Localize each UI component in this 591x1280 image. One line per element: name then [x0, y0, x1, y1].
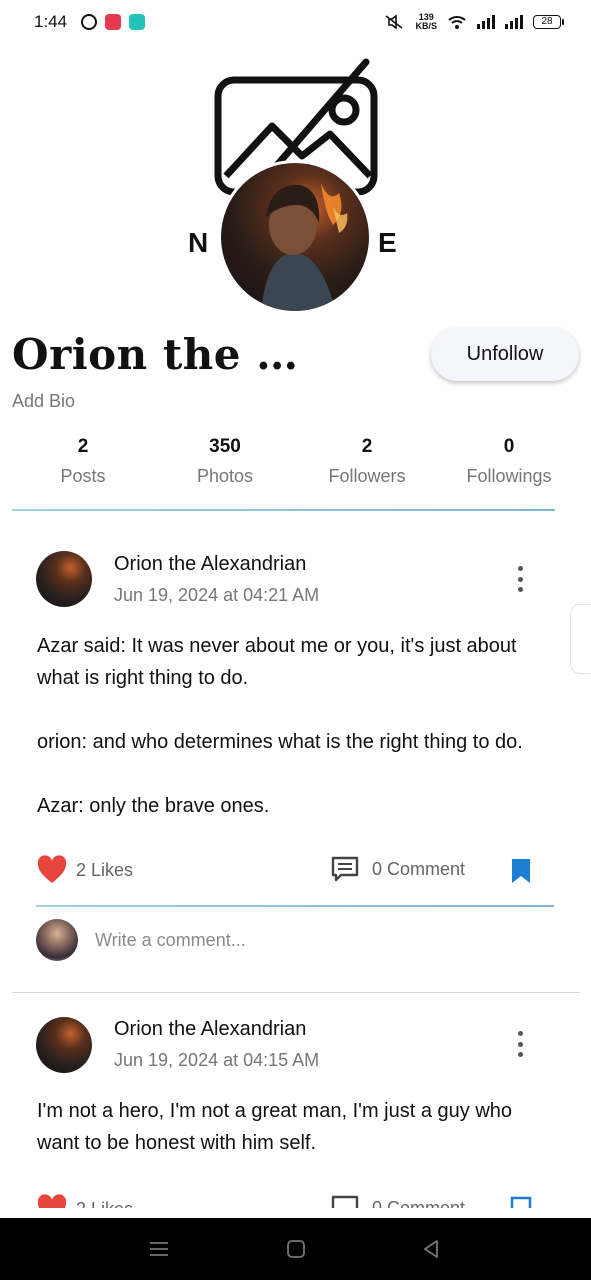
like-button[interactable]: 2 Likes — [36, 1194, 133, 1208]
post-paragraph: Azar: only the brave ones. — [37, 795, 270, 817]
comment-input[interactable] — [95, 925, 495, 955]
bookmark-icon[interactable] — [510, 1196, 532, 1208]
comment-button[interactable]: 0 Comment — [330, 1194, 465, 1208]
post-body: I'm not a hero, I'm not a great man, I'm… — [37, 1095, 557, 1159]
status-bar: 1:44 139 KB/S 28 — [0, 0, 591, 44]
signal-icon — [505, 15, 523, 29]
heart-icon — [37, 1194, 67, 1208]
post-paragraph: orion: and who determines what is the ri… — [37, 731, 523, 753]
mute-icon — [386, 14, 403, 30]
svg-text:E: E — [378, 227, 397, 258]
svg-text:N: N — [188, 227, 208, 258]
post-date: Jun 19, 2024 at 04:15 AM — [114, 1050, 320, 1070]
chat-icon — [129, 14, 146, 30]
post-author-name[interactable]: Orion the Alexandrian — [114, 1018, 306, 1041]
like-button[interactable]: 2 Likes — [36, 855, 133, 885]
stats-divider — [12, 509, 555, 511]
battery-icon: 28 — [533, 15, 564, 29]
whatsapp-icon — [81, 14, 98, 30]
post-paragraph: I'm not a hero, I'm not a great man, I'm… — [37, 1100, 513, 1154]
comment-button[interactable]: 0 Comment — [330, 855, 465, 883]
recents-menu-icon[interactable] — [148, 1238, 170, 1260]
commenter-avatar — [36, 919, 78, 961]
home-icon[interactable] — [285, 1238, 307, 1260]
stat-value: 2 — [361, 436, 373, 457]
post-author-name[interactable]: Orion the Alexandrian — [114, 553, 306, 576]
post-body: Azar said: It was never about me or you,… — [37, 630, 557, 822]
stat-label: Posts — [60, 466, 106, 486]
net-speed: 139 KB/S — [415, 13, 437, 31]
post-author-avatar[interactable] — [36, 1017, 92, 1073]
post-actions: 2 Likes 0 Comment — [36, 1194, 536, 1208]
post-author-avatar[interactable] — [36, 551, 92, 607]
status-left: 1:44 — [34, 12, 146, 32]
more-options-icon[interactable] — [512, 566, 528, 592]
status-right: 139 KB/S 28 — [383, 13, 564, 31]
stat-label: Followers — [328, 466, 406, 486]
stat-label: Photos — [196, 466, 254, 486]
profile-stats: 2 Posts 350 Photos 2 Followers 0 Followi… — [12, 436, 580, 487]
post-separator — [12, 992, 580, 993]
post-date: Jun 19, 2024 at 04:21 AM — [114, 585, 320, 605]
stat-photos[interactable]: 350 Photos — [154, 436, 296, 487]
stat-label: Followings — [466, 466, 552, 486]
back-icon[interactable] — [420, 1238, 442, 1260]
heart-icon — [37, 855, 67, 883]
stat-value: 350 — [209, 436, 241, 457]
stat-value: 2 — [77, 436, 89, 457]
post-actions: 2 Likes 0 Comment — [36, 855, 536, 889]
comments-count: 0 Comment — [372, 858, 466, 879]
signal-icon — [477, 15, 495, 29]
likes-count: 2 Likes — [76, 1199, 133, 1209]
post-divider — [36, 905, 554, 907]
screen-record-icon — [105, 14, 122, 30]
comment-icon — [331, 1195, 359, 1208]
avatar-art — [261, 183, 348, 311]
likes-count: 2 Likes — [76, 859, 134, 880]
profile-name: Orion the … — [12, 330, 299, 379]
stat-followers[interactable]: 2 Followers — [296, 436, 438, 487]
post-actions-clip: 2 Likes 0 Comment — [0, 1190, 591, 1208]
system-nav-bar — [0, 1218, 591, 1280]
edge-panel-handle[interactable] — [570, 604, 591, 674]
stat-posts[interactable]: 2 Posts — [12, 436, 154, 487]
comment-icon — [331, 856, 359, 882]
post-paragraph: Azar said: It was never about me or you,… — [37, 635, 517, 689]
unfollow-button[interactable]: Unfollow — [431, 328, 579, 381]
net-speed-unit: KB/S — [415, 21, 437, 31]
status-time: 1:44 — [34, 12, 68, 31]
stat-followings[interactable]: 0 Followings — [438, 436, 580, 487]
wifi-icon — [448, 16, 466, 29]
stat-value: 0 — [503, 436, 515, 457]
bookmark-icon[interactable] — [510, 857, 532, 885]
add-bio-link[interactable]: Add Bio — [12, 391, 75, 412]
comments-count: 0 Comment — [372, 1197, 466, 1209]
profile-avatar[interactable] — [218, 160, 372, 314]
more-options-icon[interactable] — [512, 1031, 528, 1057]
